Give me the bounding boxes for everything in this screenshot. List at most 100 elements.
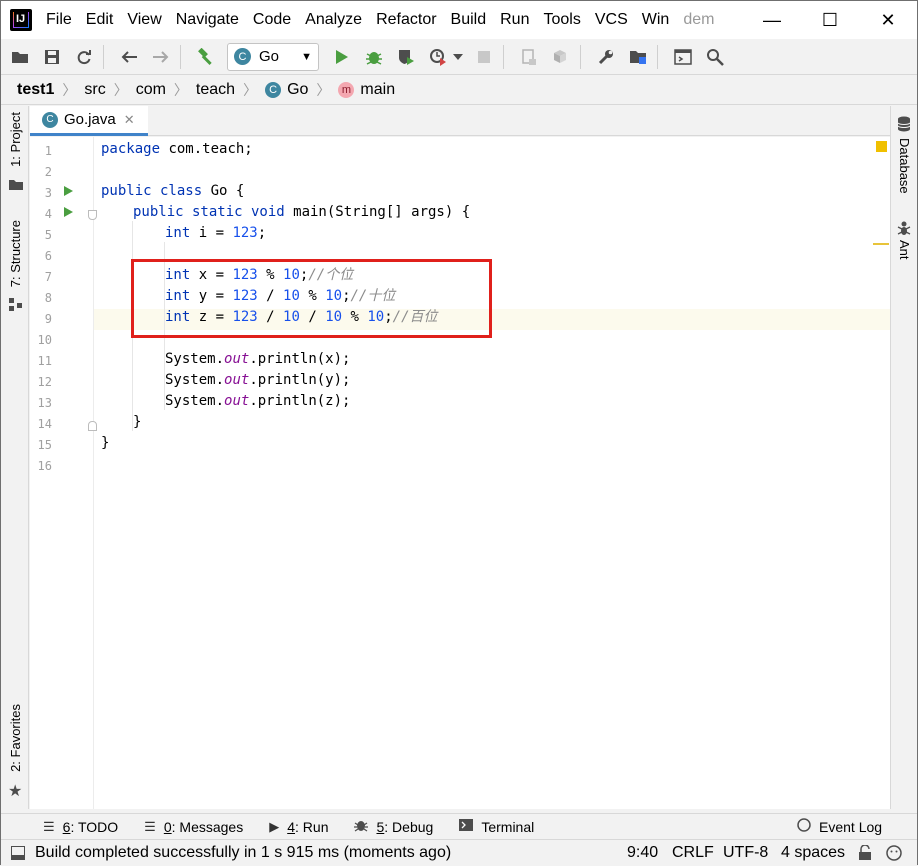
project-structure-icon[interactable]	[625, 44, 651, 70]
status-bar: Build completed successfully in 1 s 915 …	[1, 839, 917, 865]
settings-wrench-icon[interactable]	[593, 44, 619, 70]
indent-setting[interactable]: 4 spaces	[781, 844, 845, 862]
chevron-right-icon: 〉	[243, 82, 258, 98]
open-folder-icon[interactable]	[7, 44, 33, 70]
forward-arrow-icon[interactable]	[148, 44, 174, 70]
code-line-3: public class Go {	[101, 183, 245, 199]
back-arrow-icon[interactable]	[116, 44, 142, 70]
breadcrumb-class-label: Go	[287, 81, 309, 98]
line-number: 7	[44, 270, 52, 284]
tab-go-java[interactable]: C Go.java ✕	[30, 106, 148, 136]
chevron-right-icon: 〉	[316, 82, 331, 98]
run-configuration-select[interactable]: C Go ▼	[227, 42, 319, 71]
line-number: 13	[37, 396, 52, 410]
menu-refactor[interactable]: Refactor	[376, 11, 436, 29]
profiler-icon[interactable]	[425, 44, 451, 70]
database-icon	[897, 116, 911, 136]
run-class-gutter-icon[interactable]	[64, 186, 73, 196]
messages-icon: ☰	[144, 818, 156, 834]
menu-vcs[interactable]: VCS	[595, 11, 628, 29]
build-artifacts-icon[interactable]	[548, 44, 574, 70]
terminal-label: Terminal	[481, 818, 535, 835]
line-separator[interactable]: CRLF	[672, 844, 714, 862]
line-number: 1	[44, 144, 52, 158]
messages-tool-button[interactable]: ☰ 0: Messages	[144, 819, 243, 835]
scrollbar-warning-marker[interactable]	[873, 243, 889, 245]
build-hammer-icon[interactable]	[193, 44, 219, 70]
run-tool-button[interactable]: ▶ 4: Run	[269, 819, 328, 835]
menu-code[interactable]: Code	[253, 11, 291, 29]
method-icon: m	[338, 82, 355, 98]
chevron-right-icon: 〉	[173, 82, 188, 98]
caret-position[interactable]: 9:40	[627, 844, 658, 862]
debug-bug-icon[interactable]	[361, 44, 387, 70]
attach-debugger-icon[interactable]	[516, 44, 542, 70]
messages-label: : Messages	[171, 818, 244, 835]
stop-icon[interactable]	[471, 44, 497, 70]
inspector-face-icon[interactable]	[886, 845, 902, 866]
run-main-gutter-icon[interactable]	[64, 207, 73, 217]
line-number: 9	[44, 312, 52, 326]
menu-navigate[interactable]: Navigate	[176, 11, 239, 29]
run-label: : Run	[295, 818, 329, 835]
run-shortcut: 4	[287, 818, 296, 835]
terminal-tool-button[interactable]: Terminal	[459, 819, 534, 835]
ant-tool-button[interactable]: Ant	[895, 240, 915, 268]
sync-icon[interactable]	[71, 44, 97, 70]
event-log-tool-button[interactable]: Event Log	[797, 818, 882, 835]
menu-view[interactable]: View	[127, 11, 161, 29]
chevron-right-icon: 〉	[62, 82, 77, 98]
todo-tool-button[interactable]: ☰ 6: TODO	[43, 819, 118, 835]
database-tool-button[interactable]: Database	[895, 138, 915, 200]
toggle-tool-windows-icon[interactable]	[11, 846, 25, 865]
breadcrumb-src[interactable]: src	[84, 81, 105, 99]
run-icon[interactable]	[329, 44, 355, 70]
coverage-shield-icon[interactable]	[393, 44, 419, 70]
menu-edit[interactable]: Edit	[86, 11, 114, 29]
event-log-icon	[797, 818, 811, 835]
favorites-tool-button[interactable]: 2: Favorites	[8, 702, 28, 778]
build-status-message[interactable]: Build completed successfully in 1 s 915 …	[35, 844, 451, 862]
event-log-label: Event Log	[819, 818, 883, 835]
favorites-tool-label: 2: Favorites	[8, 704, 23, 772]
line-number: 10	[37, 333, 52, 347]
tab-label: Go.java	[64, 111, 116, 128]
toolbar-divider	[503, 44, 504, 69]
breadcrumb-project[interactable]: test1	[17, 81, 54, 99]
profiler-menu-icon[interactable]	[451, 44, 465, 70]
line-number: 4	[44, 207, 52, 221]
code-editor[interactable]: 1 2 3 4 5 6 7 8 9 10 11 12 13 14 15 16 p…	[30, 137, 890, 809]
minimize-button[interactable]: —	[747, 1, 797, 39]
chevron-right-icon: 〉	[113, 82, 128, 98]
breadcrumb-class-go[interactable]: C Go	[265, 81, 308, 99]
ant-icon	[896, 220, 912, 240]
structure-tool-label: 7: Structure	[8, 220, 23, 288]
lock-icon[interactable]	[858, 844, 872, 866]
line-number: 15	[37, 438, 52, 452]
highlight-annotation-box	[131, 259, 492, 338]
toolbar-divider	[180, 44, 181, 69]
breadcrumb-method-main[interactable]: m main	[338, 81, 395, 99]
maximize-button[interactable]: ☐	[805, 1, 855, 39]
menu-file[interactable]: File	[46, 11, 72, 29]
breadcrumb-teach[interactable]: teach	[196, 81, 235, 99]
menu-build[interactable]: Build	[451, 11, 487, 29]
menu-window[interactable]: Win	[642, 11, 670, 29]
star-icon: ★	[8, 783, 23, 800]
menu-analyze[interactable]: Analyze	[305, 11, 362, 29]
close-tab-icon[interactable]: ✕	[124, 112, 135, 128]
save-icon[interactable]	[39, 44, 65, 70]
menu-run[interactable]: Run	[500, 11, 529, 29]
project-tool-button[interactable]: 1: Project	[8, 110, 28, 174]
warning-status-marker[interactable]	[876, 141, 887, 152]
terminal-window-icon[interactable]	[670, 44, 696, 70]
file-encoding[interactable]: UTF-8	[723, 844, 768, 862]
code-text-area[interactable]: package com.teach; public class Go { pub…	[94, 137, 890, 809]
close-window-button[interactable]: ✕	[863, 1, 913, 39]
debug-tool-button[interactable]: 5: Debug	[354, 818, 433, 835]
structure-tool-button[interactable]: 7: Structure	[8, 218, 28, 296]
menu-tools[interactable]: Tools	[543, 11, 580, 29]
class-icon: C	[42, 111, 58, 128]
search-icon[interactable]	[702, 44, 728, 70]
breadcrumb-com[interactable]: com	[136, 81, 166, 99]
